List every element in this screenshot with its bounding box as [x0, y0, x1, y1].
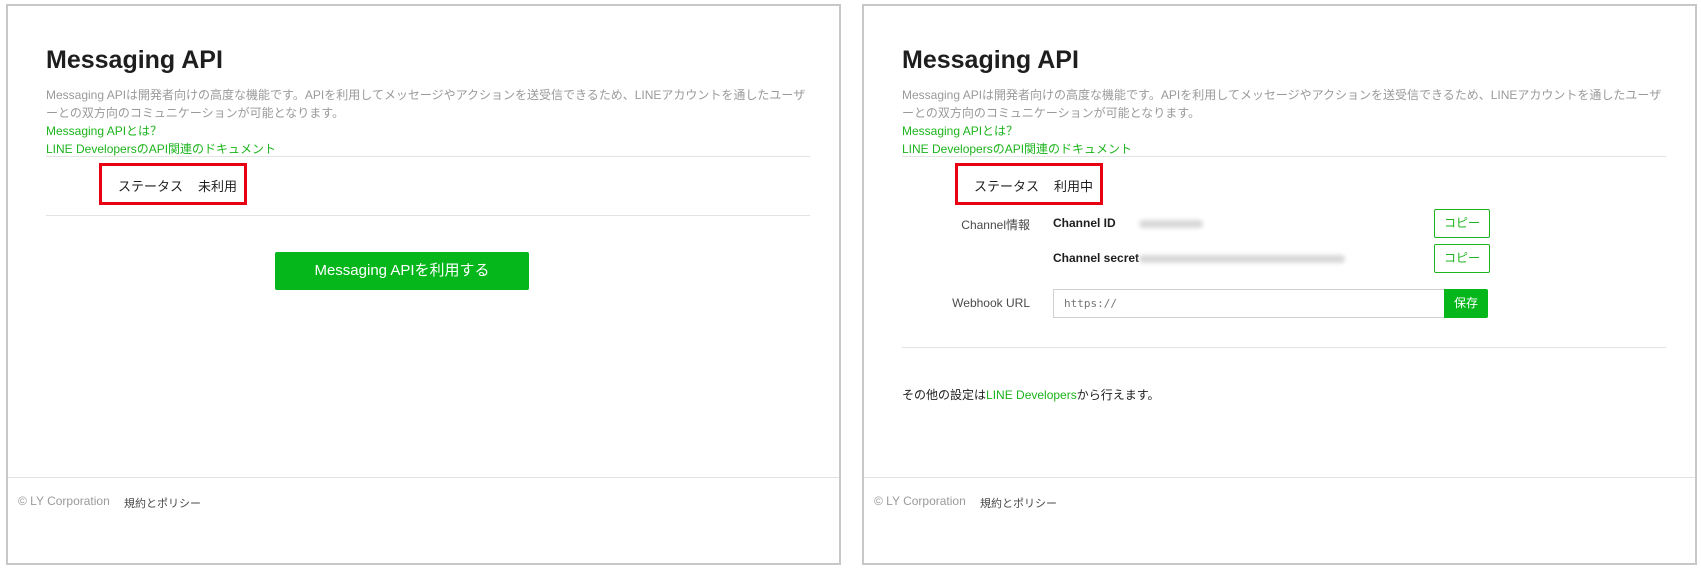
other-settings-prefix: その他の設定は	[902, 388, 987, 402]
status-value: 未利用	[198, 179, 238, 194]
divider	[902, 347, 1666, 348]
save-webhook-button[interactable]: 保存	[1444, 289, 1488, 318]
webhook-url-input[interactable]	[1053, 289, 1445, 318]
divider	[46, 156, 810, 157]
about-messaging-api-link[interactable]: Messaging APIとは？	[902, 122, 1666, 140]
divider	[46, 215, 810, 216]
footer-copyright: © LY Corporation	[874, 494, 966, 508]
channel-info-label: Channel情報	[961, 218, 1030, 232]
line-developers-link[interactable]: LINE Developers	[986, 388, 1077, 402]
page-title: Messaging API	[902, 46, 1079, 74]
channel-id-value	[1139, 220, 1203, 228]
page-title: Messaging API	[46, 46, 223, 74]
channel-secret-label: Channel secret	[1053, 251, 1140, 265]
webhook-url-label: Webhook URL	[952, 296, 1030, 310]
copy-channel-id-button[interactable]: コピー	[1434, 209, 1490, 238]
footer-divider	[8, 477, 839, 478]
footer-policy-link[interactable]: 規約とポリシー	[124, 495, 201, 511]
footer-policy-link[interactable]: 規約とポリシー	[980, 495, 1057, 511]
other-settings-suffix: から行えます。	[1076, 388, 1160, 402]
status-value: 利用中	[1054, 179, 1094, 194]
messaging-api-panel-active: Messaging API Messaging APIは開発者向けの高度な機能で…	[862, 4, 1697, 565]
header-section: Messaging API Messaging APIは開発者向けの高度な機能で…	[46, 44, 810, 158]
channel-secret-value	[1139, 255, 1345, 263]
copy-channel-secret-button[interactable]: コピー	[1434, 244, 1490, 273]
messaging-api-panel-unused: Messaging API Messaging APIは開発者向けの高度な機能で…	[6, 4, 841, 565]
page-description: Messaging APIは開発者向けの高度な機能です。APIを利用してメッセー…	[902, 88, 1662, 120]
status-label: ステータス	[118, 179, 184, 194]
footer-divider	[864, 477, 1695, 478]
about-messaging-api-link[interactable]: Messaging APIとは？	[46, 122, 810, 140]
status-label: ステータス	[974, 179, 1040, 194]
divider	[902, 156, 1666, 157]
footer-copyright: © LY Corporation	[18, 494, 110, 508]
page-description: Messaging APIは開発者向けの高度な機能です。APIを利用してメッセー…	[46, 88, 806, 120]
channel-id-label: Channel ID	[1053, 216, 1116, 230]
enable-messaging-api-button[interactable]: Messaging APIを利用する	[275, 252, 529, 290]
other-settings-note: その他の設定はLINE Developersから行えます。	[902, 386, 1160, 403]
header-section: Messaging API Messaging APIは開発者向けの高度な機能で…	[902, 44, 1666, 158]
